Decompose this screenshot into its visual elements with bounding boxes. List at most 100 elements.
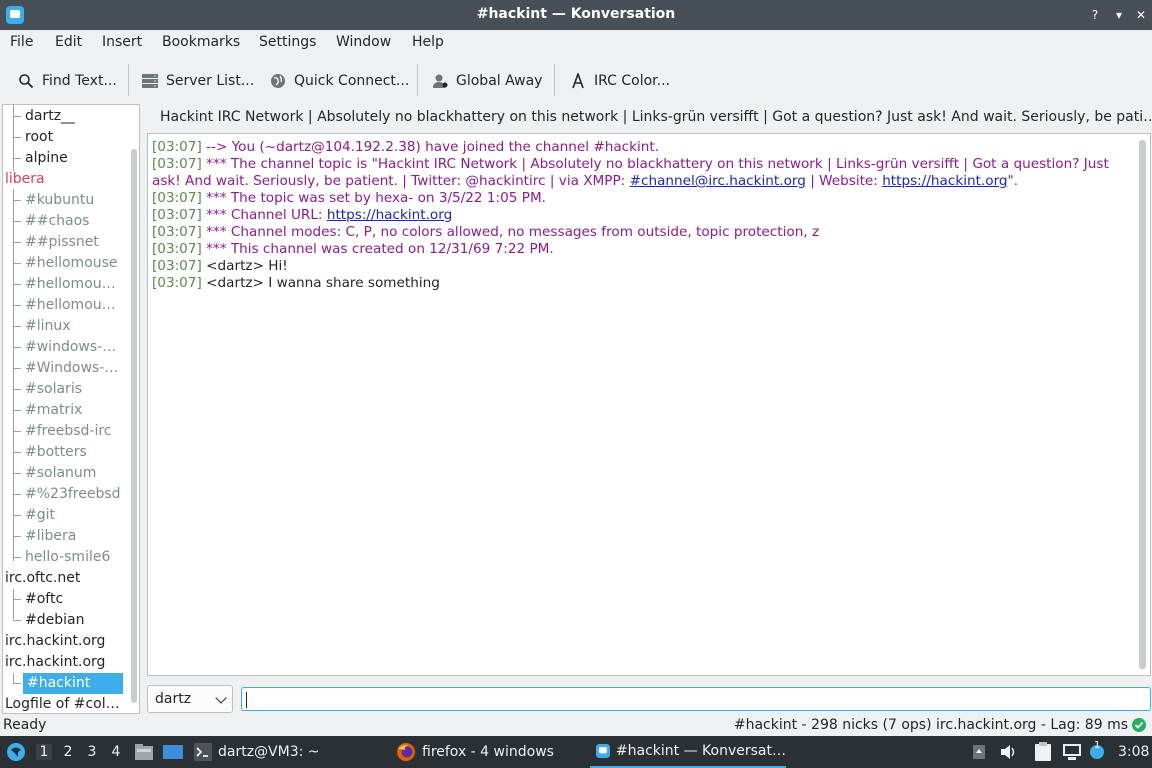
tree-branch: [13, 494, 21, 495]
menu-file[interactable]: File: [10, 34, 33, 50]
menu-edit[interactable]: Edit: [55, 34, 82, 50]
tree-channel[interactable]: #git: [25, 505, 55, 526]
tree-channel[interactable]: ##chaos: [25, 211, 89, 232]
desktop-4[interactable]: 4: [108, 744, 124, 760]
timestamp: [03:07]: [152, 156, 202, 172]
topic-message: | Website:: [805, 173, 883, 189]
clock[interactable]: 3:08: [1118, 744, 1149, 760]
show-desktop-button[interactable]: [162, 736, 184, 768]
tree-channel[interactable]: #freebsd-irc: [25, 421, 112, 442]
tree-channel[interactable]: #matrix: [25, 400, 82, 421]
tree-channel[interactable]: #libera: [25, 526, 76, 547]
timestamp: [03:07]: [152, 224, 202, 240]
tree-branch: [13, 536, 21, 537]
topic-bar: Hackint IRC Network | Absolutely no blac…: [148, 104, 1152, 130]
system-message: *** Channel URL:: [206, 207, 327, 223]
sidebar-scrollbar[interactable]: [131, 149, 137, 703]
chat-scrollbar[interactable]: [1139, 140, 1146, 669]
volume-button[interactable]: [1000, 736, 1018, 768]
tree-channel[interactable]: #hellomou…: [25, 295, 116, 316]
quick-connect-button[interactable]: Quick Connect...: [270, 70, 409, 92]
terminal-task-label: dartz@VM3: ~: [218, 744, 320, 760]
tree-channel[interactable]: #solaris: [25, 379, 82, 400]
tree-channel[interactable]: dartz__: [25, 106, 75, 127]
desktop-2[interactable]: 2: [60, 744, 76, 760]
minimize-icon[interactable]: ▾: [1110, 6, 1128, 24]
find-text-label: Find Text...: [42, 73, 117, 89]
tray-arrow-button[interactable]: [972, 736, 986, 768]
tree-channel[interactable]: #kubuntu: [25, 190, 94, 211]
title-bar: #hackint — Konversation ? ▾ ✕: [0, 0, 1152, 30]
tree-branch: [13, 431, 21, 432]
chat-line: [03:07] *** Channel URL: https://hackint…: [152, 207, 1132, 224]
chat-view[interactable]: [03:07] --> You (~dartz@104.192.2.38) ha…: [147, 133, 1151, 676]
tree-branch: [13, 305, 21, 306]
tree-server[interactable]: libera: [5, 169, 45, 190]
tree-channel[interactable]: #%23freebsd: [25, 484, 121, 505]
tree-channel[interactable]: #hackint: [23, 673, 123, 694]
tree-branch: [13, 515, 21, 516]
irc-color-label: IRC Color...: [594, 73, 671, 89]
xmpp-link[interactable]: #channel@irc.hackint.org: [630, 173, 806, 189]
tree-channel[interactable]: #windows-…: [25, 337, 116, 358]
app-launcher-button[interactable]: [6, 736, 26, 768]
tree-server[interactable]: irc.hackint.org: [5, 631, 105, 652]
nick-selector[interactable]: dartz: [147, 685, 233, 713]
tree-channel[interactable]: hello-smile6: [25, 547, 110, 568]
terminal-icon: [194, 743, 212, 761]
task-firefox[interactable]: firefox - 4 windows: [396, 736, 554, 768]
status-bar: Ready #hackint - 298 nicks (7 ops) irc.h…: [0, 716, 1152, 736]
menu-window[interactable]: Window: [336, 34, 391, 50]
tree-channel[interactable]: #debian: [25, 610, 84, 631]
irc-color-button[interactable]: IRC Color...: [570, 70, 670, 92]
channel-url-link[interactable]: https://hackint.org: [327, 207, 452, 223]
tree-channel[interactable]: #hellomouse: [25, 253, 118, 274]
tree-channel[interactable]: #solanum: [25, 463, 96, 484]
find-text-button[interactable]: Find Text...: [18, 70, 117, 92]
tree-server[interactable]: irc.oftc.net: [5, 568, 80, 589]
tree-channel[interactable]: #hellomou…: [25, 274, 116, 295]
menu-insert[interactable]: Insert: [102, 34, 142, 50]
tree-channel[interactable]: #oftc: [25, 589, 63, 610]
global-away-button[interactable]: Global Away: [432, 70, 542, 92]
system-message: *** This channel was created on 12/31/69…: [206, 241, 554, 257]
tree-branch: [13, 158, 21, 159]
tree-server[interactable]: Logfile of #col…: [5, 694, 120, 713]
konversation-icon: [596, 744, 610, 758]
text-cursor: [246, 692, 247, 708]
tree-channel[interactable]: alpine: [25, 148, 68, 169]
clipboard-button[interactable]: [1034, 736, 1052, 768]
join-message: --> You (~dartz@104.192.2.38) have joine…: [206, 139, 660, 155]
network-button[interactable]: [1062, 736, 1082, 768]
tree-server[interactable]: irc.hackint.org: [5, 652, 105, 673]
connection-ok-icon: [1132, 718, 1146, 732]
server-list-button[interactable]: Server List...: [142, 70, 254, 92]
chat-line: [03:07] <dartz> I wanna share something: [152, 275, 1132, 292]
close-icon[interactable]: ✕: [1132, 6, 1150, 24]
global-away-label: Global Away: [456, 73, 543, 89]
tree-branch: [13, 473, 21, 474]
system-message: *** The topic was set by hexa- on 3/5/22…: [206, 190, 546, 206]
menu-help[interactable]: Help: [412, 34, 444, 50]
timestamp: [03:07]: [152, 258, 202, 274]
menu-settings[interactable]: Settings: [259, 34, 316, 50]
tree-channel[interactable]: #linux: [25, 316, 71, 337]
tree-channel[interactable]: #botters: [25, 442, 87, 463]
toolbar-separator: [554, 64, 555, 96]
desktop-3[interactable]: 3: [84, 744, 100, 760]
notification-count: 1: [1094, 740, 1101, 751]
website-link[interactable]: https://hackint.org: [882, 173, 1007, 189]
help-icon[interactable]: ?: [1086, 6, 1104, 24]
message-input[interactable]: [241, 687, 1151, 711]
tree-channel[interactable]: root: [25, 127, 53, 148]
status-text: Ready: [3, 717, 47, 733]
tree-channel[interactable]: #Windows-…: [25, 358, 118, 379]
desktop-1[interactable]: 1: [36, 744, 52, 760]
tree-channel[interactable]: ##pissnet: [25, 232, 99, 253]
tree-branch: [13, 389, 21, 390]
task-konversation[interactable]: #hackint — Konversat…: [590, 736, 786, 768]
tree-line: [13, 589, 14, 619]
task-terminal[interactable]: dartz@VM3: ~: [194, 736, 320, 768]
file-manager-launcher[interactable]: [134, 736, 154, 768]
menu-bookmarks[interactable]: Bookmarks: [162, 34, 240, 50]
